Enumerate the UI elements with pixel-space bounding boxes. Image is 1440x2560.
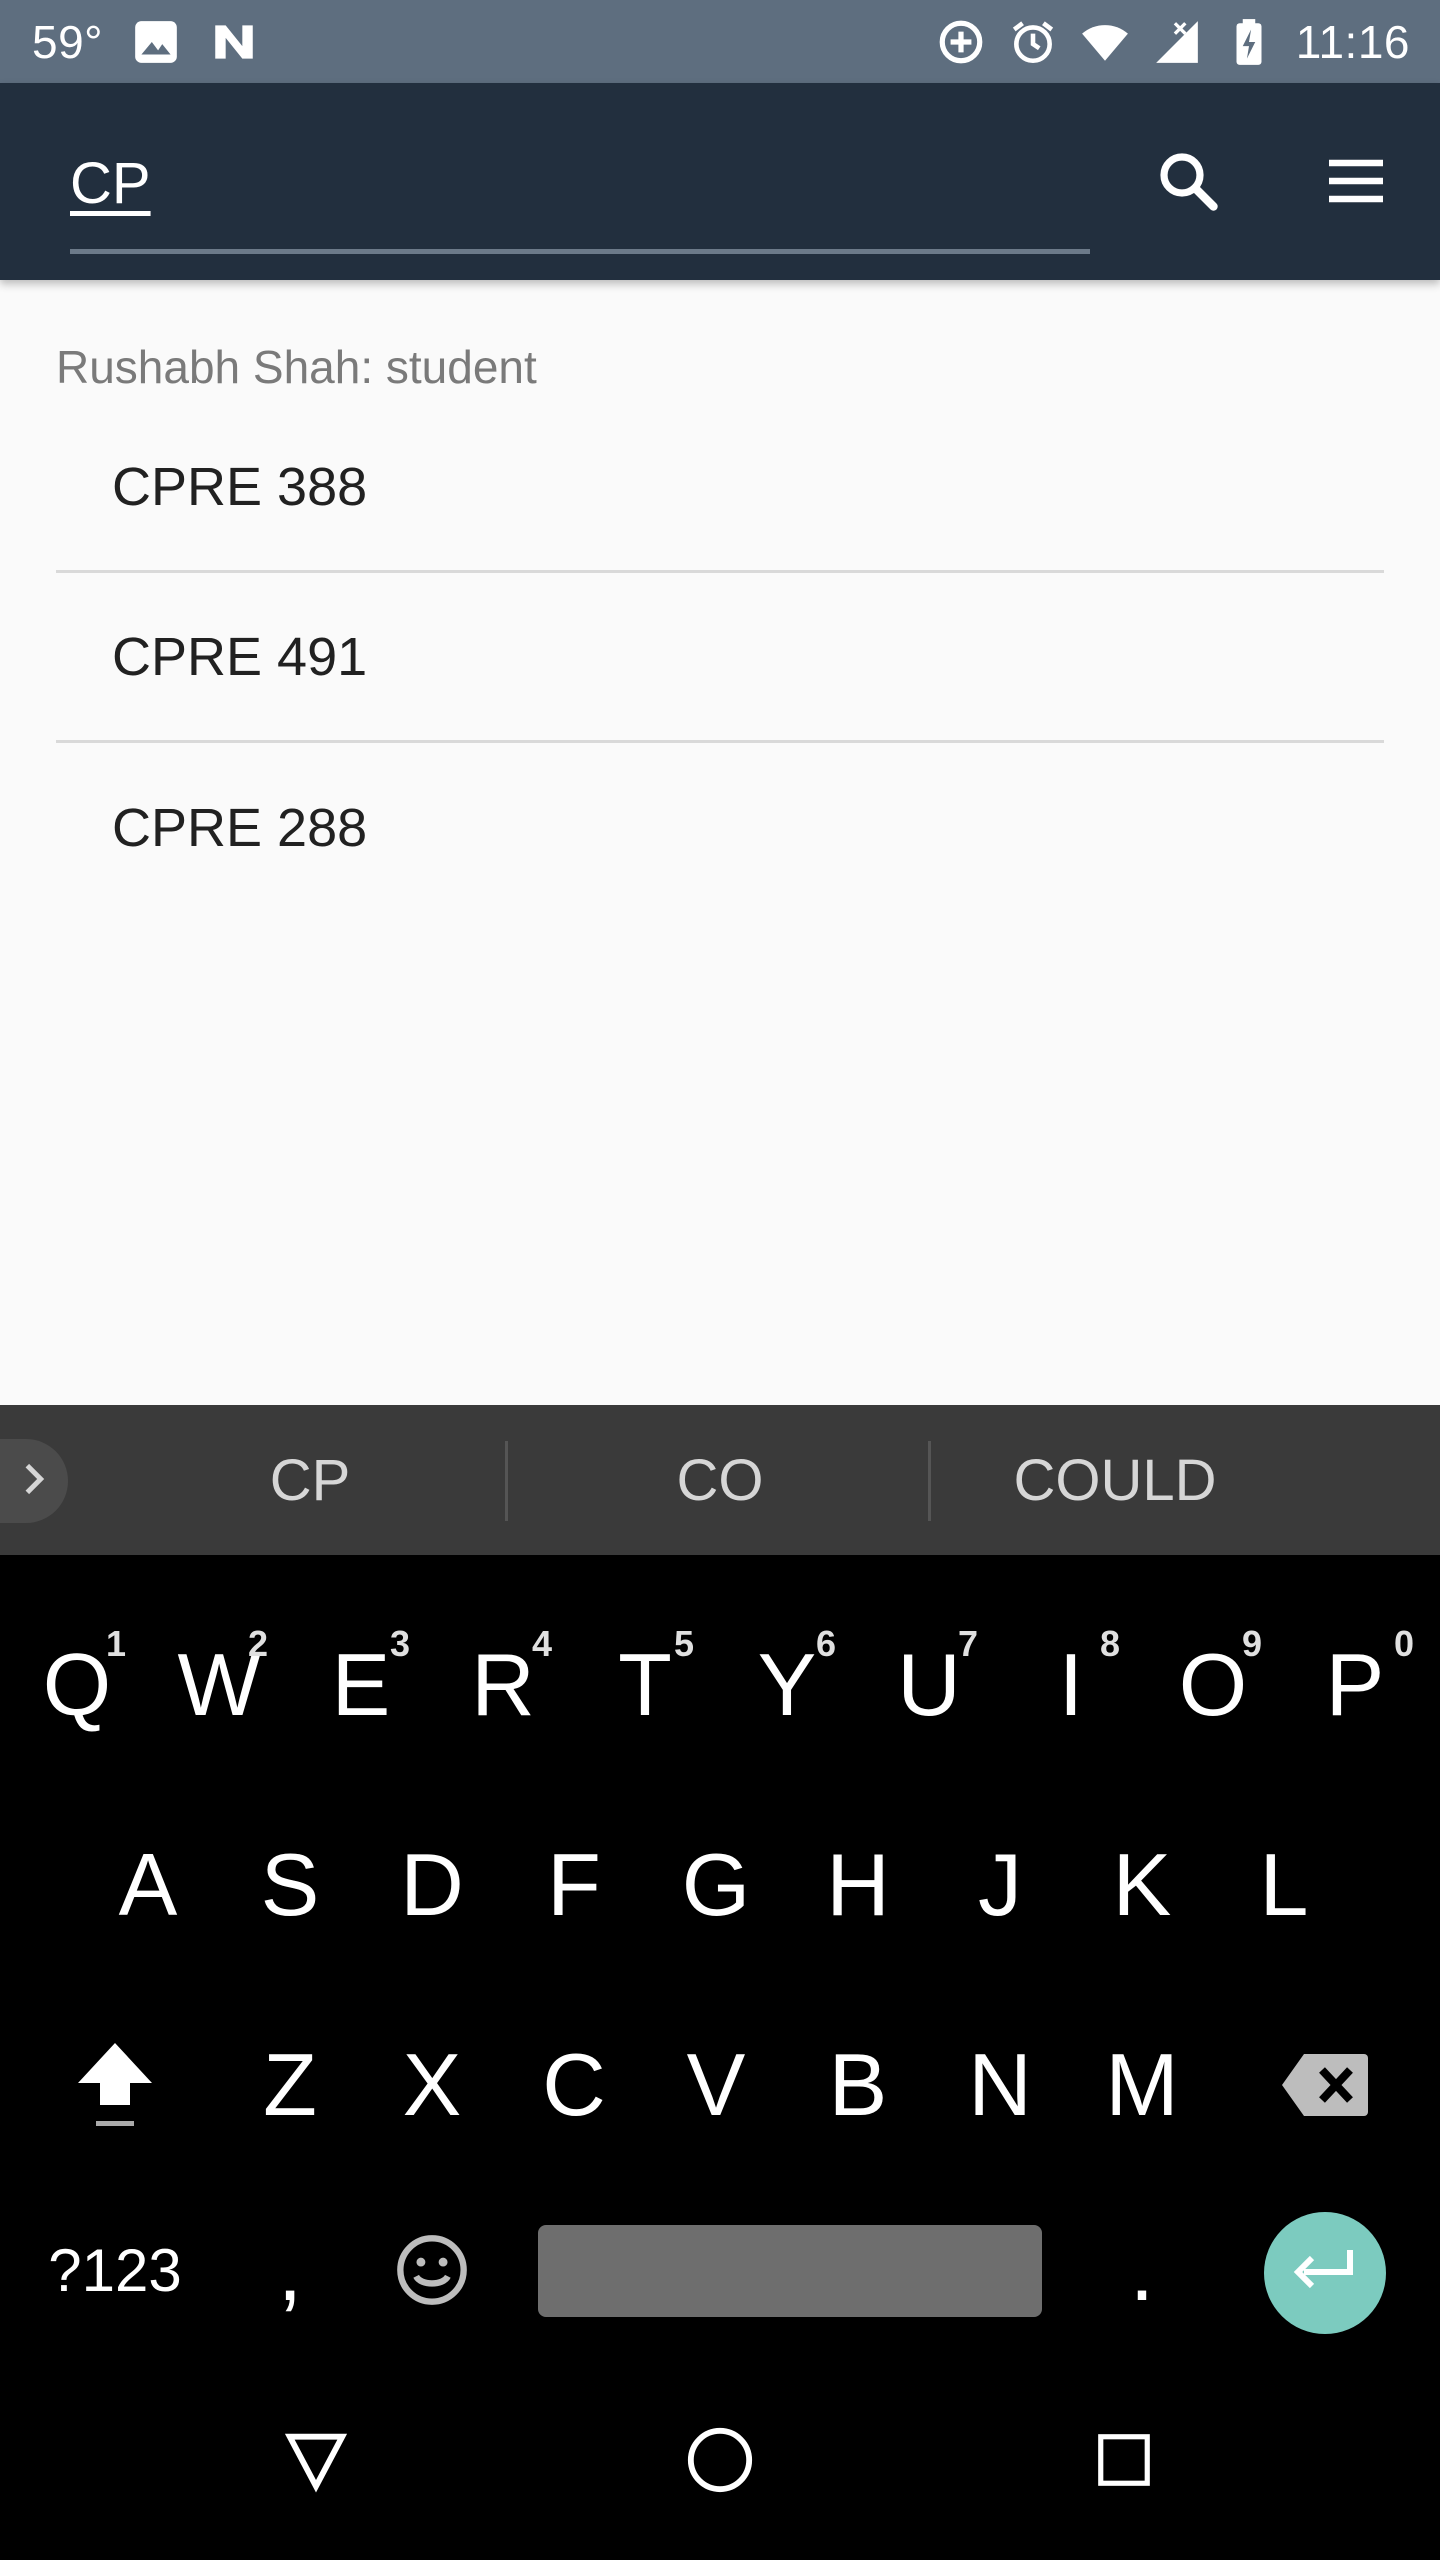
key-f[interactable]: F [503, 1815, 645, 1955]
key-t[interactable]: T5 [574, 1615, 716, 1755]
key-n[interactable]: N [929, 2015, 1071, 2155]
course-item[interactable]: CPRE 288 [56, 743, 1384, 913]
status-bar: 59° 11:16 [0, 0, 1440, 83]
backspace-key[interactable] [1250, 2015, 1400, 2155]
key-r[interactable]: R4 [432, 1615, 574, 1755]
image-icon [131, 17, 181, 67]
key-period[interactable]: . [1071, 2205, 1213, 2335]
recents-icon [1093, 2429, 1155, 2496]
n-icon [209, 17, 259, 67]
key-k[interactable]: K [1071, 1815, 1213, 1955]
signal-icon [1152, 17, 1202, 67]
key-v[interactable]: V [645, 2015, 787, 2155]
key-h[interactable]: H [787, 1815, 929, 1955]
key-g[interactable]: G [645, 1815, 787, 1955]
key-x[interactable]: X [361, 2015, 503, 2155]
menu-icon [1320, 145, 1392, 222]
temperature-text: 59° [32, 15, 104, 68]
key-s[interactable]: S [219, 1815, 361, 1955]
key-m[interactable]: M [1071, 2015, 1213, 2155]
space-key[interactable] [538, 2225, 1042, 2317]
search-input[interactable] [70, 143, 1088, 223]
course-item[interactable]: CPRE 388 [56, 403, 1384, 573]
app-toolbar [0, 83, 1440, 280]
course-item[interactable]: CPRE 491 [56, 573, 1384, 743]
backspace-icon [1280, 2050, 1370, 2120]
key-w[interactable]: W2 [148, 1615, 290, 1755]
back-icon [281, 2425, 351, 2500]
home-icon [685, 2425, 755, 2500]
soft-keyboard: Q1 W2 E3 R4 T5 Y6 U7 I8 O9 P0 A S D F G … [0, 1555, 1440, 2365]
suggestion-3[interactable]: COULD [930, 1405, 1300, 1555]
alarm-icon [1008, 17, 1058, 67]
emoji-key[interactable] [361, 2205, 503, 2335]
expand-suggestions-button[interactable] [0, 1439, 68, 1523]
key-z[interactable]: Z [219, 2015, 361, 2155]
key-e[interactable]: E3 [290, 1615, 432, 1755]
key-o[interactable]: O9 [1142, 1615, 1284, 1755]
shift-key[interactable] [40, 2015, 190, 2155]
key-q[interactable]: Q1 [6, 1615, 148, 1755]
data-saver-icon [936, 17, 986, 67]
key-d[interactable]: D [361, 1815, 503, 1955]
key-c[interactable]: C [503, 2015, 645, 2155]
course-list: CPRE 388 CPRE 491 CPRE 288 [56, 403, 1384, 913]
symbols-key[interactable]: ?123 [30, 2205, 200, 2335]
search-button[interactable] [1148, 143, 1228, 223]
key-y[interactable]: Y6 [716, 1615, 858, 1755]
chevron-right-icon [14, 1459, 54, 1504]
suggestion-2[interactable]: CO [510, 1405, 930, 1555]
home-button[interactable] [650, 2365, 790, 2560]
enter-icon [1290, 2246, 1360, 2301]
suggestion-1[interactable]: CP [110, 1405, 510, 1555]
key-i[interactable]: I8 [1000, 1615, 1142, 1755]
menu-button[interactable] [1316, 143, 1396, 223]
key-a[interactable]: A [77, 1815, 219, 1955]
back-button[interactable] [246, 2365, 386, 2560]
navigation-bar [0, 2365, 1440, 2560]
wifi-icon [1080, 17, 1130, 67]
suggestion-strip: CP CO COULD [0, 1405, 1440, 1555]
key-l[interactable]: L [1213, 1815, 1355, 1955]
battery-charging-icon [1224, 17, 1274, 67]
search-icon [1152, 145, 1224, 222]
key-comma[interactable]: , [219, 2205, 361, 2335]
key-u[interactable]: U7 [858, 1615, 1000, 1755]
shift-icon [70, 2035, 160, 2135]
emoji-icon [394, 2232, 470, 2308]
key-j[interactable]: J [929, 1815, 1071, 1955]
suggestion-divider [505, 1441, 508, 1521]
key-p[interactable]: P0 [1284, 1615, 1426, 1755]
clock-text: 11:16 [1295, 15, 1410, 68]
enter-key[interactable] [1264, 2212, 1386, 2334]
key-b[interactable]: B [787, 2015, 929, 2155]
search-underline [70, 249, 1090, 254]
recents-button[interactable] [1054, 2365, 1194, 2560]
user-role-label: Rushabh Shah: student [56, 341, 537, 393]
